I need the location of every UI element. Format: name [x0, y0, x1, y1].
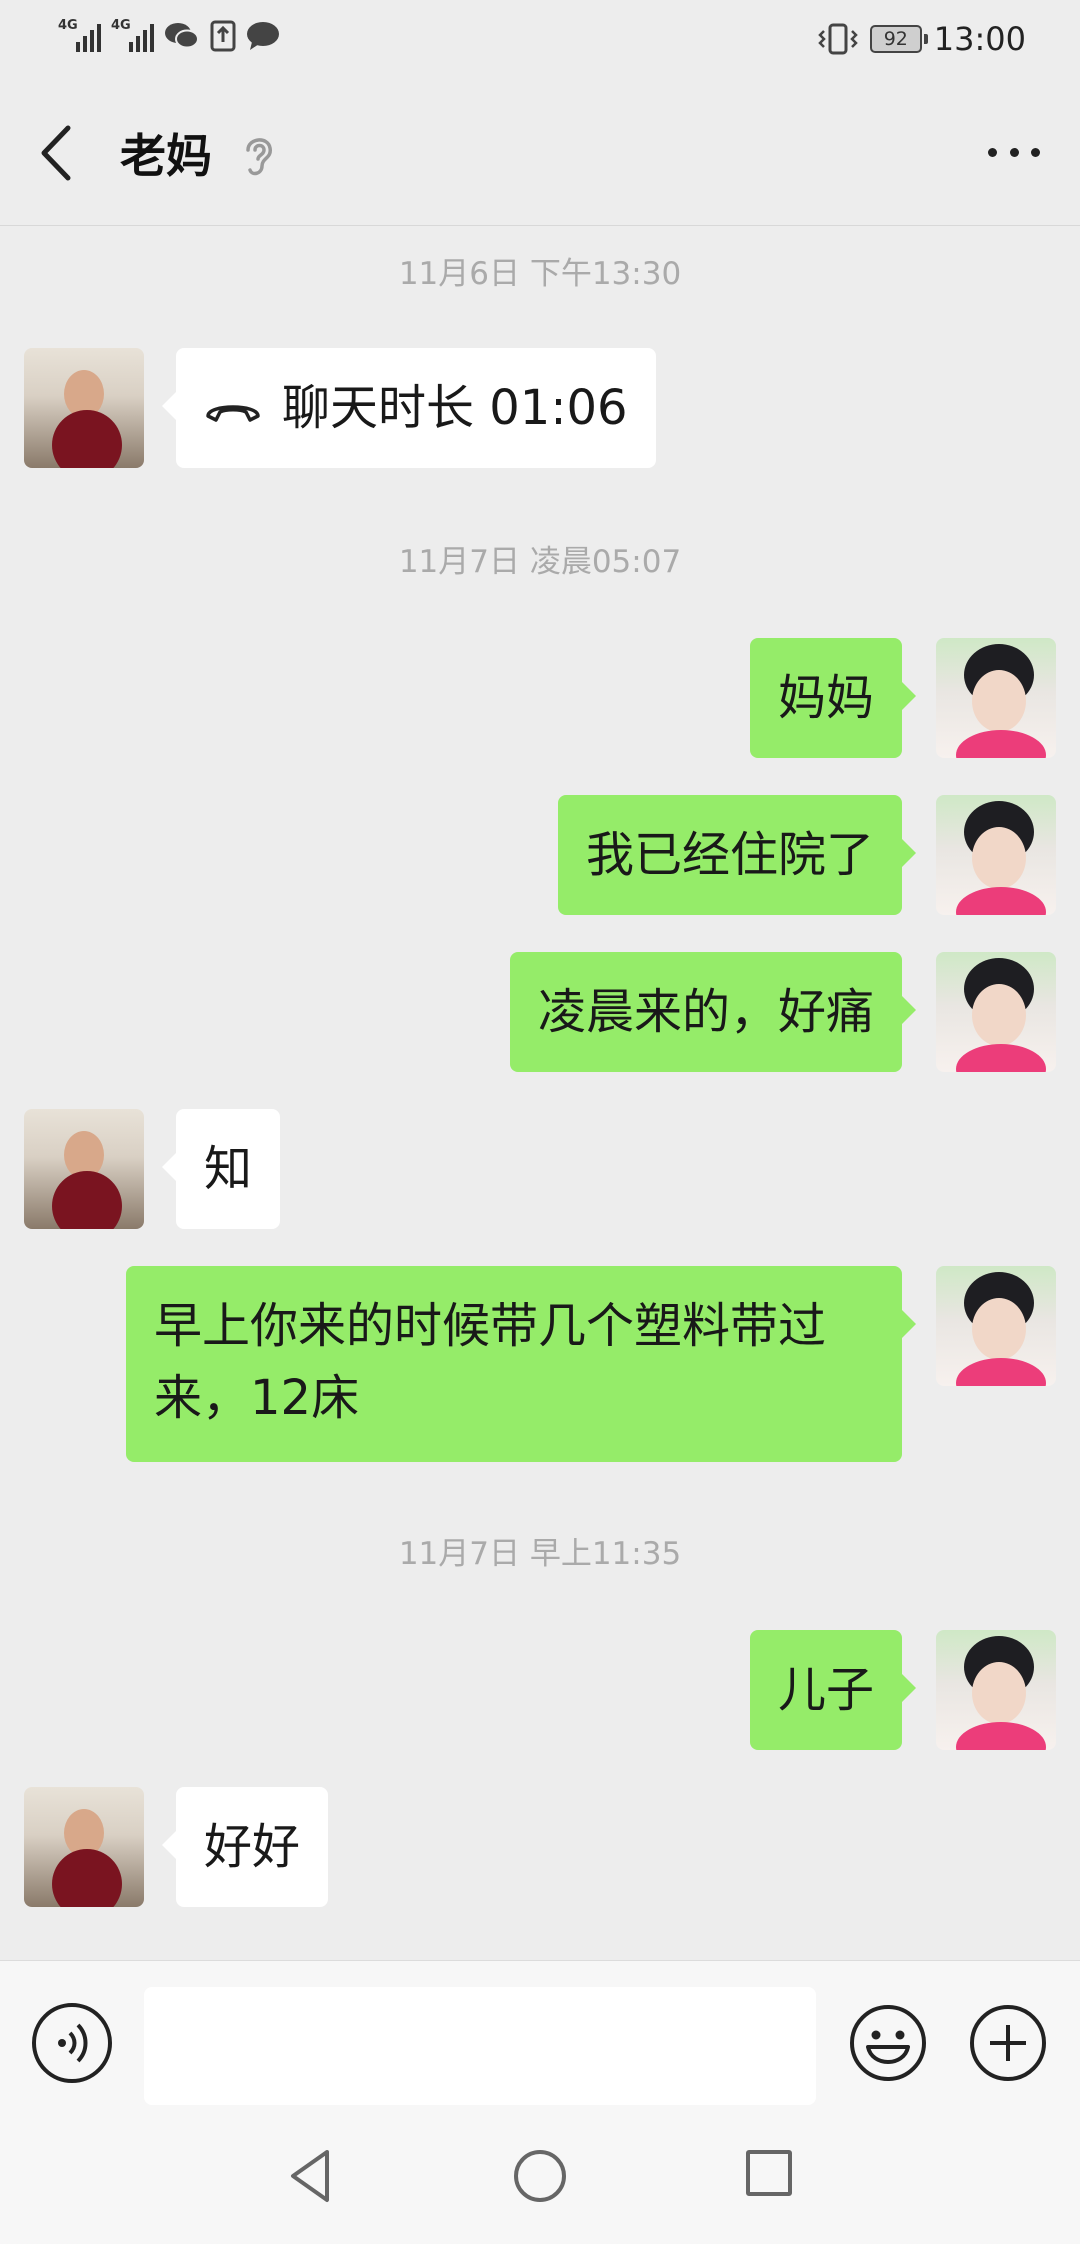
upload-icon [210, 20, 236, 52]
avatar-self[interactable] [936, 1266, 1056, 1386]
message-bubble[interactable]: 好好 [161, 1787, 329, 1907]
voice-icon [58, 2023, 88, 2063]
status-left-icons: 4G 4G [58, 18, 280, 52]
avatar-self[interactable] [936, 1630, 1056, 1750]
phone-hangup-icon [206, 405, 260, 422]
message-icon [247, 22, 279, 50]
timestamp: 11月6日 下午13:30 [398, 256, 682, 292]
chat-header: 老妈 [0, 80, 1080, 226]
chevron-left-icon [41, 125, 71, 181]
status-time: 13:00 [933, 20, 1026, 58]
message-bubble[interactable]: 知 [161, 1109, 281, 1229]
avatar-self[interactable] [936, 638, 1056, 758]
timestamp: 11月7日 早上11:35 [398, 1536, 682, 1572]
avatar-mom[interactable] [24, 1109, 144, 1229]
emoji-button[interactable] [848, 2003, 928, 2083]
plus-button[interactable] [968, 2003, 1048, 2083]
message-text: 凌晨来的，好痛 [537, 984, 874, 1040]
avatar-mom[interactable] [24, 1787, 144, 1907]
avatar-mom[interactable] [24, 348, 144, 468]
message-bubble[interactable]: 早上你来的时候带几个塑料带过 来，12床 [126, 1266, 916, 1462]
message-text: 妈妈 [777, 670, 874, 726]
message-bubble[interactable]: 聊天时长 01:06 [162, 348, 656, 468]
vibrate-icon [818, 23, 858, 55]
back-button[interactable] [36, 118, 96, 188]
input-bar [0, 1960, 1080, 2110]
avatar-self[interactable] [936, 795, 1056, 915]
message-bubble[interactable]: 儿子 [749, 1630, 917, 1750]
wechat-icon [165, 23, 199, 49]
signal-icon-2: 4G [111, 18, 154, 52]
dot [1031, 147, 1040, 157]
timestamp: 11月7日 凌晨05:07 [398, 544, 682, 580]
message-bubble[interactable]: 妈妈 [749, 638, 917, 758]
message-text: 儿子 [777, 1662, 874, 1718]
call-duration-text: 聊天时长 01:06 [282, 380, 628, 436]
voice-button[interactable] [32, 2003, 112, 2083]
message-bubble[interactable]: 我已经住院了 [557, 795, 917, 915]
avatar-self[interactable] [936, 952, 1056, 1072]
ear-icon [246, 138, 272, 176]
message-text-line: 来，12床 [154, 1370, 360, 1426]
more-button[interactable] [984, 132, 1044, 172]
message-text: 好好 [204, 1819, 301, 1875]
status-right-icons: 92 13:00 [818, 20, 1026, 58]
dot [1009, 147, 1019, 157]
dot [988, 147, 997, 157]
nav-recent-icon[interactable] [746, 2150, 792, 2196]
battery-icon: 92 [869, 25, 928, 53]
message-bubble[interactable]: 凌晨来的，好痛 [509, 952, 917, 1072]
chat-title: 老妈 [120, 129, 212, 183]
nav-back-icon[interactable] [285, 2146, 335, 2206]
emoji-icon [850, 2005, 926, 2081]
plus-icon [970, 2005, 1046, 2081]
message-text-line: 早上你来的时候带几个塑料带过 [154, 1298, 827, 1354]
message-text: 我已经住院了 [585, 827, 874, 883]
signal-icon: 4G [58, 18, 101, 52]
nav-home-icon[interactable] [514, 2150, 566, 2202]
message-input[interactable] [144, 1987, 816, 2105]
navigation-bar [0, 2110, 1080, 2244]
message-text: 知 [204, 1141, 253, 1197]
status-bar: 4G 4G 92 13:00 [0, 0, 1080, 80]
